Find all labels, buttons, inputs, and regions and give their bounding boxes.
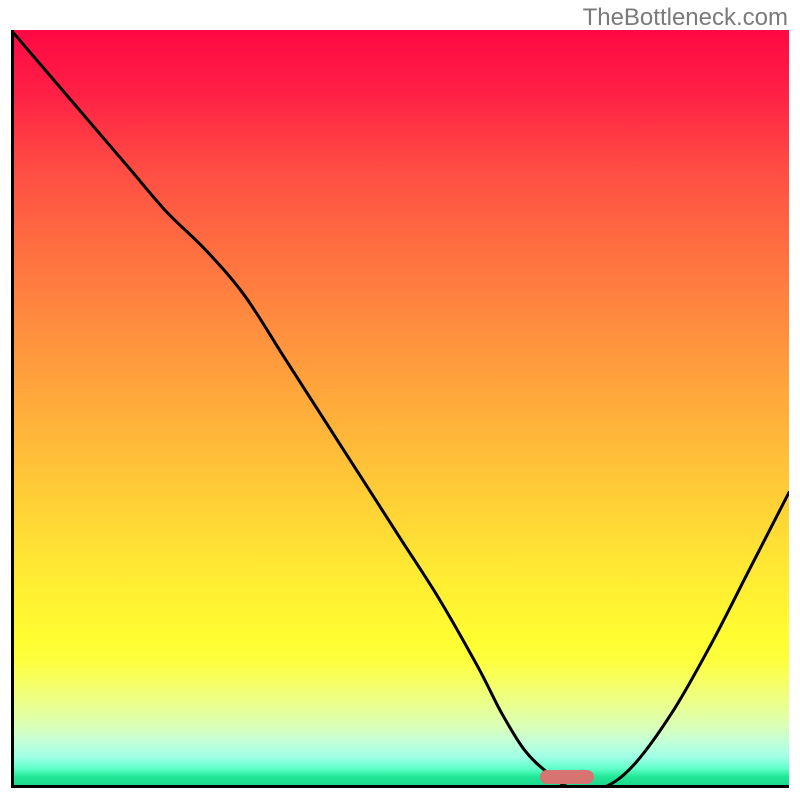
optimal-marker	[540, 770, 594, 784]
x-axis	[11, 785, 789, 788]
bottleneck-curve	[11, 30, 789, 788]
chart-container: TheBottleneck.com	[0, 0, 800, 800]
y-axis	[11, 30, 14, 788]
watermark-text: TheBottleneck.com	[583, 4, 788, 32]
plot-area	[11, 30, 789, 788]
curve-path	[11, 30, 789, 788]
